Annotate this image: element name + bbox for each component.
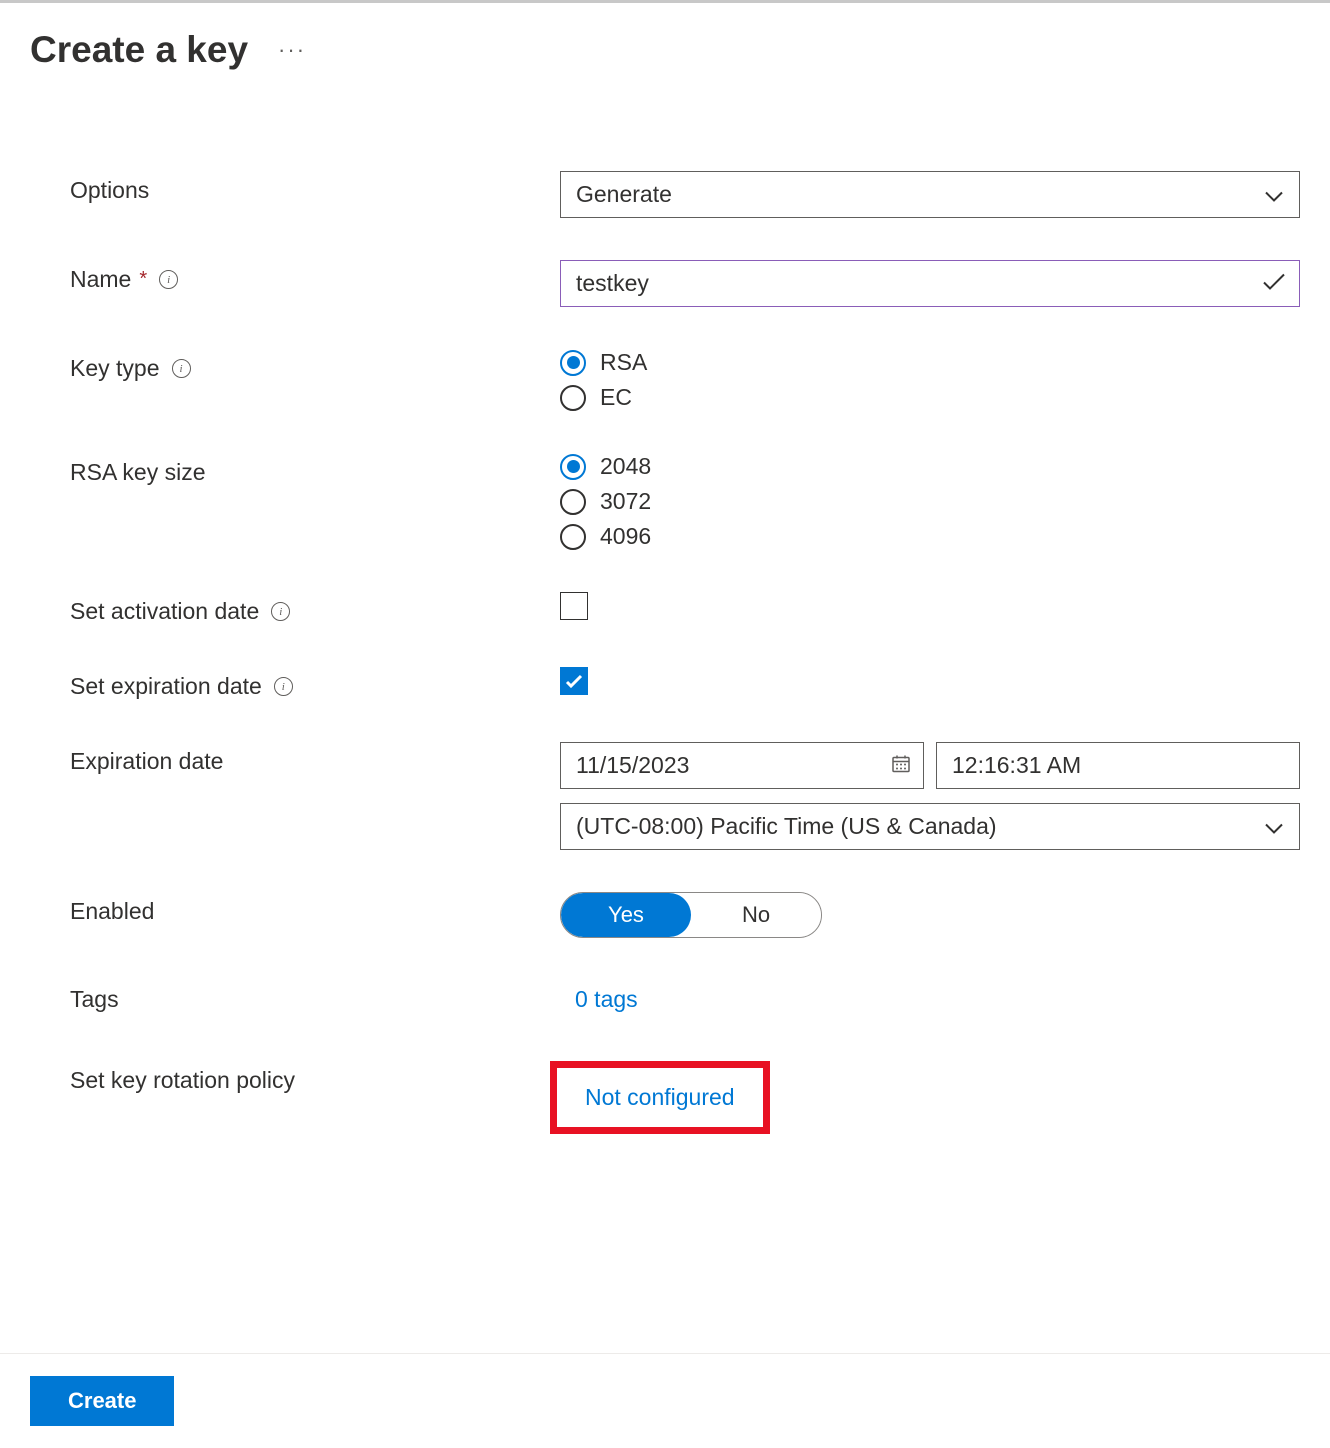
expiration-time-value: 12:16:31 AM (952, 752, 1081, 779)
label-set-expiration: Set expiration date i (70, 667, 560, 700)
rotation-highlight: Not configured (550, 1061, 770, 1134)
expiration-date-checkbox[interactable] (560, 667, 588, 695)
rsa-size-radio-group: 2048 3072 4096 (560, 453, 1300, 550)
row-rsa-size: RSA key size 2048 3072 4096 (70, 453, 1300, 550)
radio-3072[interactable]: 3072 (560, 488, 1300, 515)
required-indicator: * (139, 268, 147, 291)
calendar-icon (891, 752, 911, 779)
label-key-type: Key type i (70, 349, 560, 382)
row-options: Options Generate (70, 171, 1300, 218)
tags-link[interactable]: 0 tags (560, 980, 638, 1019)
label-name: Name * i (70, 260, 560, 293)
radio-4096[interactable]: 4096 (560, 523, 1300, 550)
radio-label: 2048 (600, 453, 651, 480)
options-select[interactable]: Generate (560, 171, 1300, 218)
create-button[interactable]: Create (30, 1376, 174, 1426)
page-title: Create a key (30, 29, 248, 71)
timezone-value: (UTC-08:00) Pacific Time (US & Canada) (576, 813, 997, 840)
label-expiration-date: Expiration date (70, 742, 560, 775)
enabled-no[interactable]: No (691, 893, 821, 937)
label-options: Options (70, 171, 560, 204)
timezone-select[interactable]: (UTC-08:00) Pacific Time (US & Canada) (560, 803, 1300, 850)
info-icon[interactable]: i (159, 270, 178, 289)
radio-icon (560, 454, 586, 480)
row-tags: Tags 0 tags (70, 980, 1300, 1019)
label-tags: Tags (70, 980, 560, 1013)
chevron-down-icon (1265, 813, 1283, 840)
radio-ec[interactable]: EC (560, 384, 1300, 411)
more-actions-icon[interactable]: ··· (278, 37, 306, 63)
label-enabled: Enabled (70, 892, 560, 925)
label-activation-date: Set activation date i (70, 592, 560, 625)
activation-date-checkbox[interactable] (560, 592, 588, 620)
checkmark-icon (1262, 271, 1286, 296)
row-set-expiration: Set expiration date i (70, 667, 1300, 700)
expiration-time-input[interactable]: 12:16:31 AM (936, 742, 1300, 789)
radio-label: RSA (600, 349, 647, 376)
row-name: Name * i (70, 260, 1300, 307)
options-select-value: Generate (576, 181, 672, 208)
name-input[interactable] (560, 260, 1300, 307)
info-icon[interactable]: i (274, 677, 293, 696)
label-rotation-policy: Set key rotation policy (70, 1061, 560, 1094)
radio-label: 4096 (600, 523, 651, 550)
info-icon[interactable]: i (271, 602, 290, 621)
enabled-toggle: Yes No (560, 892, 822, 938)
info-icon[interactable]: i (172, 359, 191, 378)
row-enabled: Enabled Yes No (70, 892, 1300, 938)
footer: Create (0, 1353, 1330, 1448)
radio-rsa[interactable]: RSA (560, 349, 1300, 376)
row-rotation-policy: Set key rotation policy Not configured (70, 1061, 1300, 1134)
page-header: Create a key ··· (30, 29, 1300, 71)
key-type-radio-group: RSA EC (560, 349, 1300, 411)
radio-label: EC (600, 384, 632, 411)
radio-icon (560, 489, 586, 515)
expiration-date-value: 11/15/2023 (576, 752, 689, 779)
chevron-down-icon (1265, 181, 1283, 208)
radio-2048[interactable]: 2048 (560, 453, 1300, 480)
enabled-yes[interactable]: Yes (561, 893, 691, 937)
rotation-policy-link[interactable]: Not configured (585, 1078, 735, 1117)
radio-icon (560, 524, 586, 550)
radio-icon (560, 385, 586, 411)
row-expiration-date: Expiration date 11/15/2023 (70, 742, 1300, 850)
radio-label: 3072 (600, 488, 651, 515)
radio-icon (560, 350, 586, 376)
expiration-date-input[interactable]: 11/15/2023 (560, 742, 924, 789)
row-activation-date: Set activation date i (70, 592, 1300, 625)
row-key-type: Key type i RSA EC (70, 349, 1300, 411)
label-rsa-size: RSA key size (70, 453, 560, 486)
